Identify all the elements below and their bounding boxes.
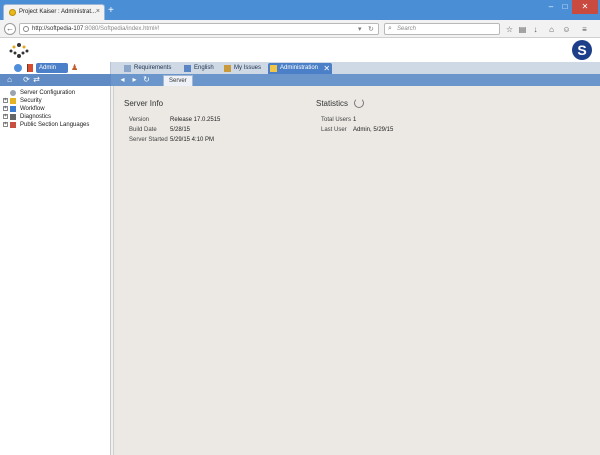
settings-icon bbox=[10, 90, 16, 96]
tab-english-label: English bbox=[194, 65, 214, 71]
forward-nav-icon[interactable]: ▸ bbox=[130, 75, 139, 84]
tab-close-icon[interactable]: ✕ bbox=[323, 63, 330, 74]
version-label: Version bbox=[129, 117, 150, 123]
admin-button[interactable]: Admin bbox=[36, 63, 68, 73]
maximize-button[interactable]: □ bbox=[558, 0, 572, 14]
dropdown-arrow-icon[interactable]: ▾ bbox=[358, 25, 362, 33]
close-window-button[interactable]: ✕ bbox=[572, 0, 598, 14]
reload-page-icon[interactable]: ↻ bbox=[142, 75, 151, 84]
browser-tab[interactable]: Project Kaiser : Administrat... × bbox=[3, 4, 105, 20]
language-icon bbox=[184, 65, 191, 72]
tree-item-label: Workflow bbox=[20, 106, 45, 112]
home-icon[interactable]: ⌂ bbox=[5, 75, 14, 84]
globe-icon[interactable] bbox=[14, 64, 22, 72]
folder-icon bbox=[270, 65, 277, 72]
server-started-label: Server Started bbox=[129, 137, 168, 143]
tree-item-label: Security bbox=[20, 98, 42, 104]
last-user-value: Admin, 5/29/15 bbox=[353, 127, 394, 133]
new-tab-button[interactable]: + bbox=[108, 6, 114, 16]
collapse-icon[interactable]: ⇄ bbox=[32, 75, 41, 84]
statistics-title: Statistics bbox=[316, 99, 349, 108]
browser-tab-title: Project Kaiser : Administrat... bbox=[19, 9, 97, 15]
minimize-button[interactable]: – bbox=[544, 0, 558, 14]
chat-icon[interactable]: ☺ bbox=[562, 25, 571, 34]
expand-icon[interactable]: + bbox=[3, 122, 8, 127]
tab-requirements-label: Requirements bbox=[134, 65, 172, 71]
server-started-value: 5/29/15 4:10 PM bbox=[170, 137, 215, 143]
diagnostics-icon bbox=[10, 114, 16, 120]
tree-item-label: Server Configuration bbox=[20, 90, 76, 96]
star-icon[interactable]: ☆ bbox=[505, 25, 514, 34]
expand-icon[interactable]: + bbox=[3, 106, 8, 111]
key-icon bbox=[10, 98, 16, 104]
expand-icon[interactable]: + bbox=[3, 114, 8, 119]
expand-icon[interactable]: + bbox=[3, 98, 8, 103]
flag-icon[interactable] bbox=[27, 64, 33, 72]
server-info-title: Server Info bbox=[124, 99, 164, 108]
tab-my-issues-label: My Issues bbox=[234, 65, 262, 71]
build-date-label: Build Date bbox=[129, 127, 157, 133]
tab-english[interactable]: English bbox=[182, 63, 214, 74]
globe-icon bbox=[23, 26, 29, 32]
last-user-label: Last User bbox=[321, 127, 347, 133]
languages-icon bbox=[10, 122, 16, 128]
tree-item-label: Public Section Languages bbox=[20, 122, 90, 128]
tab-close-icon[interactable]: × bbox=[96, 8, 100, 15]
requirements-icon bbox=[124, 65, 131, 72]
search-icon: ⌕ bbox=[388, 25, 392, 32]
app-logo-icon[interactable] bbox=[6, 40, 32, 60]
refresh-icon[interactable]: ⟳ bbox=[22, 75, 31, 84]
tab-server[interactable]: Server bbox=[163, 75, 193, 86]
search-placeholder: Search bbox=[397, 26, 417, 32]
total-users-label: Total Users bbox=[321, 117, 352, 123]
loading-spinner-icon bbox=[354, 98, 364, 108]
download-icon[interactable]: ↓ bbox=[531, 25, 540, 34]
reload-icon[interactable]: ↻ bbox=[368, 25, 374, 33]
tab-administration[interactable]: Administration ✕ bbox=[268, 63, 333, 74]
back-nav-icon[interactable]: ◂ bbox=[118, 75, 127, 84]
home-icon[interactable]: ⌂ bbox=[547, 25, 556, 34]
issues-icon bbox=[224, 65, 231, 72]
tab-my-issues[interactable]: My Issues bbox=[222, 63, 261, 74]
user-icon[interactable]: ♟ bbox=[71, 64, 79, 72]
brand-logo-icon[interactable]: S bbox=[572, 40, 592, 60]
navigation-tree: Server Configuration + Security + Workfl… bbox=[0, 86, 111, 455]
clipboard-icon[interactable]: ▤ bbox=[518, 25, 527, 34]
workflow-icon bbox=[10, 106, 16, 112]
url-path: :8080/Softpedia/index.html#! bbox=[83, 26, 160, 32]
version-value: Release 17.0.2515 bbox=[170, 117, 221, 123]
menu-icon[interactable]: ≡ bbox=[580, 25, 589, 34]
total-users-value: 1 bbox=[353, 117, 357, 123]
browser-navbar: ← http://softpedia-107:8080/Softpedia/in… bbox=[0, 20, 600, 38]
tree-item-label: Diagnostics bbox=[20, 114, 52, 120]
build-date-value: 5/28/15 bbox=[170, 127, 191, 133]
back-button[interactable]: ← bbox=[4, 23, 16, 35]
tab-requirements[interactable]: Requirements bbox=[122, 63, 171, 74]
app-header bbox=[0, 38, 600, 62]
favicon-icon bbox=[9, 9, 16, 16]
url-text: http://softpedia-107:8080/Softpedia/inde… bbox=[32, 26, 159, 32]
tab-administration-label: Administration bbox=[280, 65, 319, 71]
search-box[interactable]: ⌕ Search bbox=[384, 23, 500, 35]
address-bar[interactable]: http://softpedia-107:8080/Softpedia/inde… bbox=[19, 23, 379, 35]
tree-toolbar bbox=[0, 74, 111, 86]
url-host: http://softpedia-107 bbox=[32, 26, 84, 32]
